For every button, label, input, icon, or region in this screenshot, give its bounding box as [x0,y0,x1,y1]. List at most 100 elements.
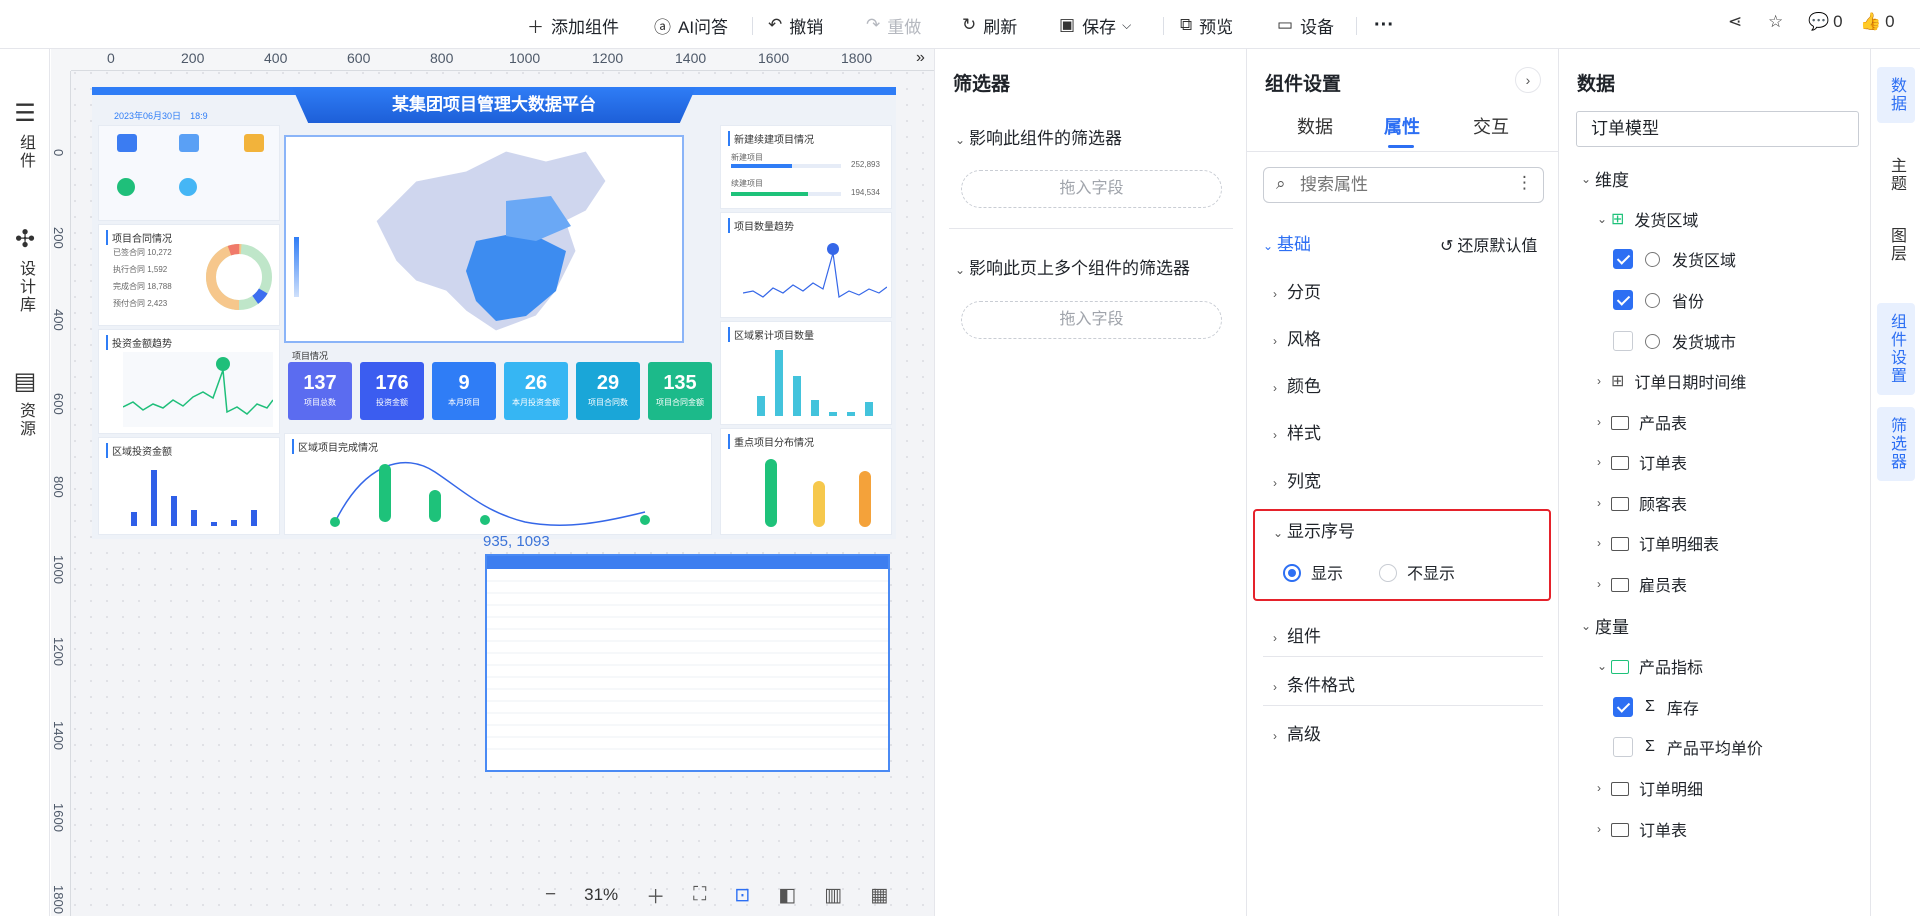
stat-card-contract-count[interactable]: 29 项目合同数 [576,362,640,420]
filter-drop-zone[interactable]: 拖入字段 [961,170,1222,208]
section-basic[interactable]: ⌄ 基础 [1263,230,1311,255]
fit-screen-icon[interactable]: ⛶ [693,884,706,906]
setting-item-column-width[interactable]: › 列宽 [1273,467,1321,492]
tree-table-customer[interactable]: › 顾客表 [1597,491,1687,515]
field-province[interactable]: 省份 [1613,288,1704,312]
setting-item-style[interactable]: › 样式 [1273,419,1321,444]
checkbox[interactable] [1613,697,1633,717]
chevron-right-icon: › [1597,577,1601,591]
globe-icon [1645,251,1660,267]
filter-section-page[interactable]: ⌄ 影响此页上多个组件的筛选器 [955,254,1190,279]
folder-icon [1611,823,1629,837]
radio-show[interactable]: 显示 [1283,560,1343,584]
design-canvas[interactable]: 0 200 400 600 800 1000 1200 1400 1600 18… [51,49,934,916]
tree-table-product[interactable]: › 产品表 [1597,410,1687,434]
reset-default-button[interactable]: ↺ 还原默认值 [1440,232,1537,256]
filter-drop-zone[interactable]: 拖入字段 [961,301,1222,339]
filter-section-component[interactable]: ⌄ 影响此组件的筛选器 [955,124,1122,149]
sidebar-tab-data[interactable]: 数据 [1877,67,1915,123]
sidebar-tab-filter[interactable]: 筛选器 [1877,407,1915,481]
property-search-box[interactable]: ⌕ ⋮ [1263,167,1544,203]
tree-table-employee[interactable]: › 雇员表 [1597,572,1687,596]
field-avg-price[interactable]: Σ 产品平均单价 [1613,735,1763,759]
panel-layout-icon[interactable]: ▥ [824,884,842,907]
section-conditional-format[interactable]: › 条件格式 [1273,671,1355,696]
more-button[interactable]: ··· [1374,12,1394,38]
more-vertical-icon[interactable]: ⋮ [1516,173,1533,193]
section-component[interactable]: › 组件 [1273,622,1321,647]
tree-ship-region-group[interactable]: ⌄ ⊞ 发货区域 [1597,207,1698,231]
save-button[interactable]: ▣ 保存 ⌵ [1059,12,1131,38]
stat-card-total-projects[interactable]: 137 项目总数 [288,362,352,420]
tree-order-date[interactable]: › ⊞ 订单日期时间维 [1597,369,1746,393]
setting-item-show-index[interactable]: ⌄ 显示序号 [1273,517,1355,542]
ai-qa-button[interactable]: ⓐ AI问答 [654,12,728,38]
dashboard-preview[interactable]: 某集团项目管理大数据平台 2023年06月30日 18:9 项目合同情况 已签合… [92,87,896,539]
checkbox[interactable] [1613,737,1633,757]
collapse-icon[interactable]: » [916,49,925,67]
chevron-right-icon[interactable]: › [1515,67,1541,93]
bar [765,459,777,527]
zoom-level[interactable]: 31% [584,885,618,905]
tree-table-order[interactable]: › 订单表 [1597,450,1687,474]
share-icon[interactable]: ⋖ [1728,12,1742,32]
chevron-down-icon: ⌵ [1122,17,1132,32]
undo-button[interactable]: ↶ 撤销 [768,12,823,38]
chevron-right-icon: › [1273,334,1277,348]
tab-properties[interactable]: 属性 [1384,113,1420,139]
tree-measure[interactable]: ⌄ 度量 [1581,613,1629,638]
comment-button[interactable]: 💬 0 [1808,12,1843,32]
stat-card-invest-amount[interactable]: 176 投资金额 [360,362,424,420]
checkbox[interactable] [1613,290,1633,310]
stat-card-contract-amount[interactable]: 135 项目合同金额 [648,362,712,420]
stat-card-month-projects[interactable]: 9 本月项目 [432,362,496,420]
zoom-in-button[interactable]: ＋ [646,882,665,909]
tab-underline [1388,145,1414,148]
grid-icon[interactable]: ▦ [870,884,888,907]
selected-table-component[interactable] [485,554,890,772]
data-model-select[interactable]: 订单模型 [1576,111,1859,147]
setting-item-pagination[interactable]: › 分页 [1273,278,1321,303]
property-search-input[interactable] [1300,174,1500,196]
tree-table-order-detail[interactable]: › 订单明细表 [1597,531,1719,555]
sidebar-tab-theme[interactable]: 主题 [1877,147,1915,203]
chevron-down-icon: ⌄ [1597,212,1608,226]
components-icon: ☰ [14,100,36,127]
monitor-icon: ▭ [1277,15,1294,34]
setting-item-color[interactable]: › 颜色 [1273,372,1321,397]
divider [1247,151,1559,152]
section-advanced[interactable]: › 高级 [1273,720,1321,745]
tab-interaction[interactable]: 交互 [1473,113,1509,139]
field-ship-region[interactable]: 发货区域 [1613,247,1736,271]
redo-button[interactable]: ↷ 重做 [866,12,921,38]
add-component-button[interactable]: ＋添加组件 [527,12,619,38]
star-icon[interactable]: ☆ [1768,12,1783,32]
refresh-button[interactable]: ↻ 刷新 [962,12,1017,38]
progress-fill [731,164,792,168]
tree-order-detail[interactable]: › 订单明细 [1597,776,1703,800]
focus-select-icon[interactable]: ⊡ [734,884,750,907]
sidebar-item-design-library[interactable]: ✣ 设计库 [0,225,50,314]
sidebar-tab-component-settings[interactable]: 组件设置 [1877,303,1915,395]
checkbox[interactable] [1613,249,1633,269]
radio-hide[interactable]: 不显示 [1379,560,1455,584]
tree-product-metrics[interactable]: ⌄ 产品指标 [1597,654,1703,678]
sidebar-tab-layers[interactable]: 图层 [1877,217,1915,273]
layout-icon[interactable]: ◧ [778,884,796,907]
radio-button[interactable] [1379,563,1397,582]
tree-dimension[interactable]: ⌄ 维度 [1581,166,1629,191]
sidebar-item-components[interactable]: ☰ 组件 [0,99,50,170]
device-button[interactable]: ▭ 设备 [1277,12,1334,38]
radio-button[interactable] [1283,563,1301,582]
setting-item-style-theme[interactable]: › 风格 [1273,325,1321,350]
stat-card-month-invest[interactable]: 26 本月投资金额 [504,362,568,420]
tree-order-table[interactable]: › 订单表 [1597,817,1687,841]
field-stock[interactable]: Σ 库存 [1613,695,1699,719]
like-button[interactable]: 👍 0 [1860,12,1895,32]
field-ship-city[interactable]: 发货城市 [1613,329,1736,353]
preview-button[interactable]: ⧉ 预览 [1180,12,1233,38]
sidebar-item-resources[interactable]: ▤ 资源 [0,367,50,438]
zoom-out-button[interactable]: − [545,884,556,906]
tab-data[interactable]: 数据 [1297,113,1333,139]
checkbox[interactable] [1613,331,1633,351]
